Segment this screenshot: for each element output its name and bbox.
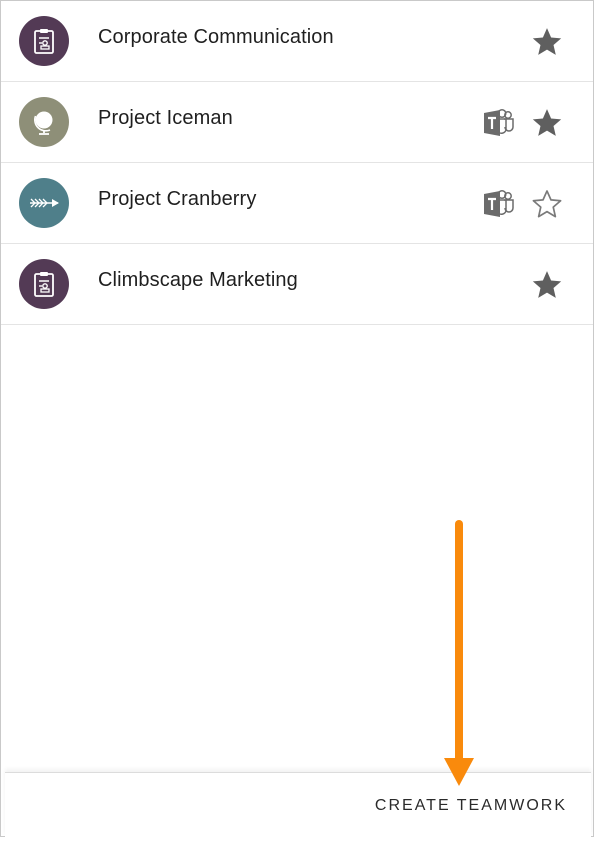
- team-row-project-cranberry[interactable]: Project Cranberry: [1, 163, 593, 244]
- panel-footer: CREATE TEAMWORK: [5, 772, 591, 837]
- favorite-star-filled-icon[interactable]: [530, 25, 564, 59]
- microsoft-teams-icon[interactable]: [483, 108, 515, 138]
- team-row-climbscape-marketing[interactable]: Climbscape Marketing: [1, 244, 593, 325]
- team-avatar: [19, 259, 69, 309]
- favorite-star-filled-icon[interactable]: [530, 106, 564, 140]
- create-teamwork-button[interactable]: CREATE TEAMWORK: [375, 797, 567, 815]
- microsoft-teams-icon[interactable]: [483, 189, 515, 219]
- team-avatar: [19, 178, 69, 228]
- globe-icon: [34, 111, 53, 135]
- arrow-feather-icon: [30, 198, 59, 208]
- annotation-arrow-icon: [444, 520, 474, 786]
- clipboard-badge-icon: [34, 272, 54, 297]
- team-avatar: [19, 97, 69, 147]
- favorite-star-filled-icon[interactable]: [530, 268, 564, 302]
- team-avatar: [19, 16, 69, 66]
- team-row-project-iceman[interactable]: Project Iceman: [1, 82, 593, 163]
- team-name: Project Iceman: [98, 107, 233, 129]
- clipboard-badge-icon: [34, 29, 54, 54]
- team-list: Corporate Communication Project Iceman P…: [1, 1, 593, 325]
- team-name: Project Cranberry: [98, 188, 257, 210]
- team-name: Corporate Communication: [98, 26, 334, 48]
- teamwork-panel: Corporate Communication Project Iceman P…: [0, 0, 594, 837]
- favorite-star-outline-icon[interactable]: [530, 187, 564, 221]
- team-row-corporate-communication[interactable]: Corporate Communication: [1, 1, 593, 82]
- team-name: Climbscape Marketing: [98, 269, 298, 291]
